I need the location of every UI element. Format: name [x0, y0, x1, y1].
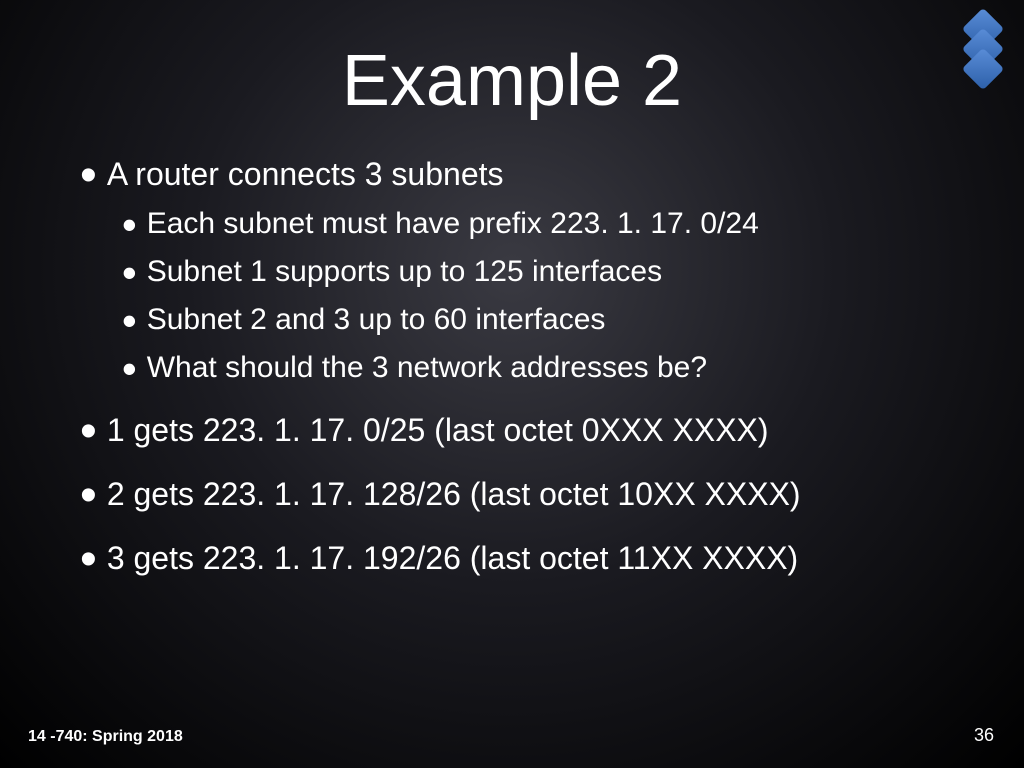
slide-title: Example 2	[60, 40, 964, 122]
bullet-text: 3 gets 223. 1. 17. 192/26 (last octet 11…	[107, 536, 798, 580]
bullet-dot-icon: •	[122, 308, 137, 334]
bullet-subitem: • What should the 3 network addresses be…	[122, 346, 964, 390]
bullet-text: Subnet 2 and 3 up to 60 interfaces	[147, 298, 606, 342]
spacer	[80, 394, 964, 408]
slide: Example 2 • A router connects 3 subnets …	[0, 0, 1024, 768]
footer-page-number: 36	[974, 725, 994, 746]
spacer	[80, 522, 964, 536]
bullet-item: • 3 gets 223. 1. 17. 192/26 (last octet …	[80, 536, 964, 580]
bullet-dot-icon: •	[80, 162, 97, 190]
spacer	[80, 458, 964, 472]
bullet-dot-icon: •	[80, 546, 97, 574]
bullet-text: Subnet 1 supports up to 125 interfaces	[147, 250, 662, 294]
logo-icon	[960, 12, 1006, 82]
slide-content: • A router connects 3 subnets • Each sub…	[80, 152, 964, 580]
bullet-text: What should the 3 network addresses be?	[147, 346, 707, 390]
bullet-subitem: • Subnet 2 and 3 up to 60 interfaces	[122, 298, 964, 342]
bullet-item: • 1 gets 223. 1. 17. 0/25 (last octet 0X…	[80, 408, 964, 452]
bullet-dot-icon: •	[80, 418, 97, 446]
bullet-item: • A router connects 3 subnets	[80, 152, 964, 196]
bullet-dot-icon: •	[80, 482, 97, 510]
bullet-subitem: • Subnet 1 supports up to 125 interfaces	[122, 250, 964, 294]
bullet-dot-icon: •	[122, 356, 137, 382]
bullet-text: 1 gets 223. 1. 17. 0/25 (last octet 0XXX…	[107, 408, 769, 452]
footer-course: 14 -740: Spring 2018	[28, 728, 183, 746]
bullet-text: A router connects 3 subnets	[107, 152, 504, 196]
bullet-dot-icon: •	[122, 260, 137, 286]
bullet-item: • 2 gets 223. 1. 17. 128/26 (last octet …	[80, 472, 964, 516]
bullet-dot-icon: •	[122, 212, 137, 238]
bullet-text: Each subnet must have prefix 223. 1. 17.…	[147, 202, 759, 246]
bullet-subitem: • Each subnet must have prefix 223. 1. 1…	[122, 202, 964, 246]
bullet-text: 2 gets 223. 1. 17. 128/26 (last octet 10…	[107, 472, 801, 516]
